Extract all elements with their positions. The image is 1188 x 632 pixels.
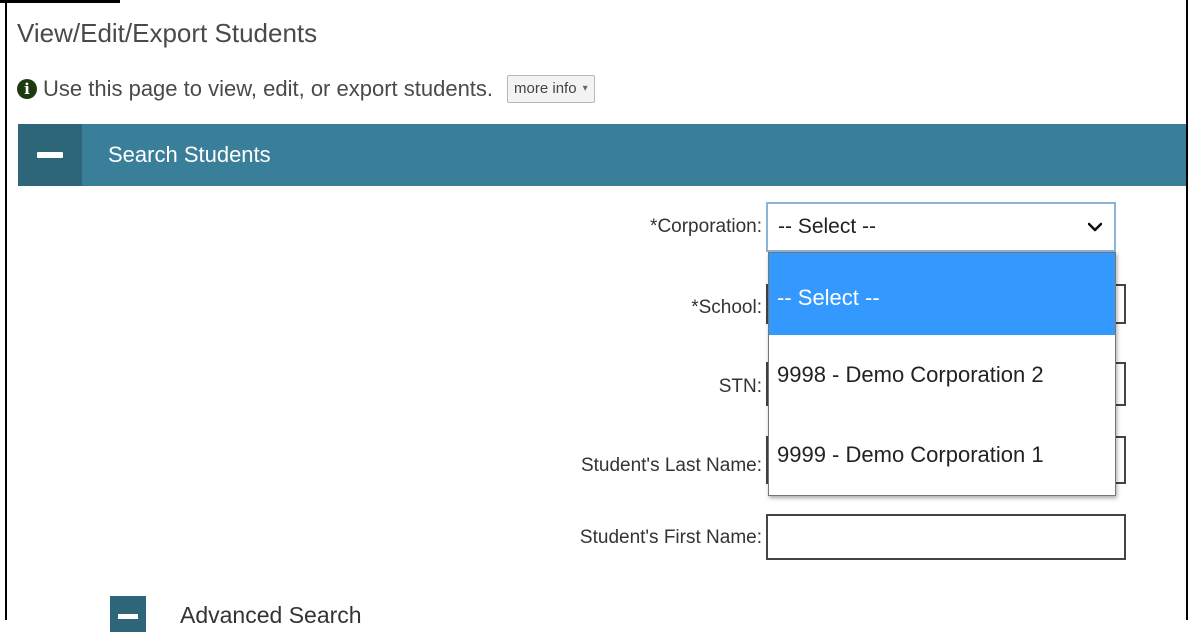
page-title: View/Edit/Export Students	[17, 18, 318, 48]
minus-icon	[37, 152, 63, 158]
search-students-panel-header[interactable]: Search Students	[18, 124, 1186, 186]
dropdown-option[interactable]: 9999 - Demo Corporation 1	[769, 415, 1115, 495]
collapse-button[interactable]	[18, 124, 82, 186]
info-circle-icon: i	[17, 79, 37, 99]
corporation-select[interactable]: -- Select --	[766, 202, 1116, 252]
first-name-input[interactable]	[766, 514, 1126, 560]
advanced-search-header[interactable]: Advanced Search	[110, 596, 362, 632]
first-name-label: Student's First Name:	[579, 527, 762, 548]
frame-top-line	[0, 0, 120, 3]
corporation-label: *Corporation:	[650, 216, 762, 237]
advanced-search-title: Advanced Search	[180, 602, 362, 628]
stn-label: STN:	[718, 376, 762, 397]
caret-down-icon: ▾	[582, 83, 588, 94]
frame-left-border	[5, 0, 7, 620]
corporation-dropdown-list[interactable]: -- Select -- 9998 - Demo Corporation 2 9…	[768, 252, 1116, 496]
corporation-select-value: -- Select --	[778, 215, 877, 238]
more-info-button[interactable]: more info ▾	[507, 75, 595, 103]
dropdown-option[interactable]: -- Select --	[769, 253, 1115, 335]
last-name-label: Student's Last Name:	[580, 455, 762, 476]
school-label: *School:	[691, 297, 762, 318]
dropdown-option[interactable]: 9998 - Demo Corporation 2	[769, 335, 1115, 415]
more-info-label: more info	[514, 80, 577, 97]
advanced-collapse-button[interactable]	[110, 596, 146, 632]
panel-title: Search Students	[108, 142, 271, 167]
minus-icon	[118, 614, 138, 619]
info-row: i Use this page to view, edit, or export…	[17, 74, 595, 104]
info-text: Use this page to view, edit, or export s…	[43, 76, 494, 101]
chevron-down-icon	[1088, 222, 1102, 232]
